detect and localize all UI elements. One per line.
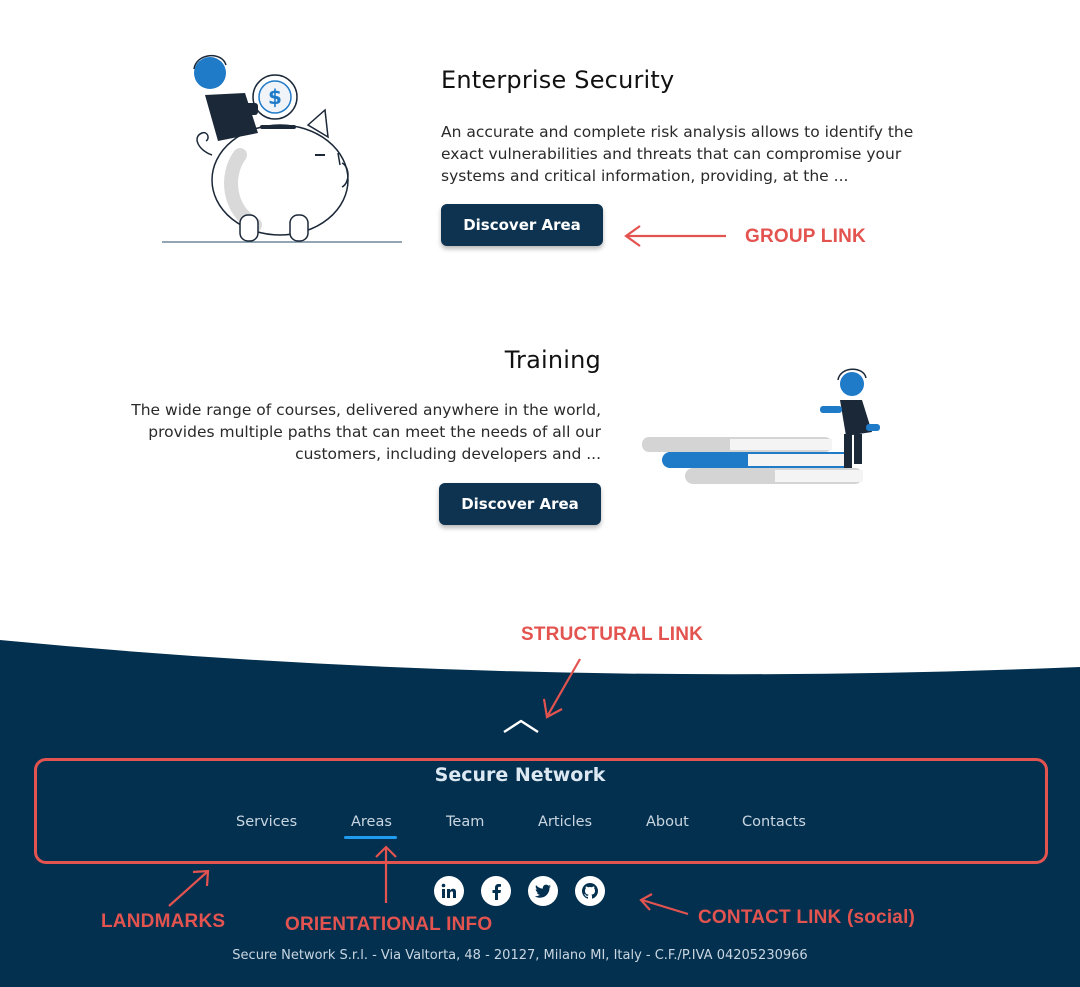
- section-title-training: Training: [504, 346, 601, 374]
- section-title-enterprise-security: Enterprise Security: [441, 66, 675, 94]
- facebook-icon[interactable]: [481, 876, 511, 906]
- footer-nav-team[interactable]: Team: [446, 814, 484, 830]
- chevron-up-icon: [503, 719, 539, 734]
- illustration-books-stairs: [640, 362, 890, 490]
- illustration-piggy-bank: $: [160, 45, 405, 250]
- footer-nav-areas[interactable]: Areas: [351, 814, 392, 830]
- footer-legal-text: Secure Network S.r.l. - Via Valtorta, 48…: [232, 948, 808, 963]
- annotation-landmarks: LANDMARKS: [101, 911, 226, 932]
- annotation-arrow-group-link: [620, 222, 730, 250]
- annotation-arrow-contact-link: [636, 892, 692, 922]
- svg-text:$: $: [268, 85, 282, 109]
- footer-nav-articles[interactable]: Articles: [538, 814, 592, 830]
- github-icon[interactable]: [575, 876, 605, 906]
- section-description-enterprise-security: An accurate and complete risk analysis a…: [441, 123, 914, 185]
- annotation-arrow-structural-link: [538, 655, 588, 723]
- annotation-arrow-landmarks: [165, 866, 215, 910]
- section-description-training: The wide range of courses, delivered any…: [131, 401, 601, 463]
- annotation-contact-link: CONTACT LINK (social): [698, 907, 916, 928]
- footer-brand: Secure Network: [434, 764, 606, 786]
- social-links: [434, 876, 614, 908]
- footer-nav: Services Areas Team Articles About Conta…: [0, 814, 1080, 844]
- discover-area-button-training[interactable]: Discover Area: [439, 483, 601, 525]
- footer-nav-about[interactable]: About: [646, 814, 689, 830]
- discover-area-button-enterprise-security[interactable]: Discover Area: [441, 204, 603, 246]
- annotation-group-link: GROUP LINK: [745, 226, 866, 247]
- footer-nav-contacts[interactable]: Contacts: [742, 814, 806, 830]
- linkedin-icon[interactable]: [434, 876, 464, 906]
- books-stairs-icon: [642, 368, 880, 484]
- footer-nav-services[interactable]: Services: [236, 814, 297, 830]
- annotation-arrow-orientational-info: [372, 843, 400, 905]
- scroll-to-top-button[interactable]: [502, 715, 540, 737]
- twitter-icon[interactable]: [528, 876, 558, 906]
- piggy-bank-icon: $: [162, 55, 402, 243]
- active-nav-indicator: [344, 836, 397, 839]
- annotation-orientational-info: ORIENTATIONAL INFO: [285, 914, 493, 935]
- annotation-structural-link: STRUCTURAL LINK: [521, 624, 704, 645]
